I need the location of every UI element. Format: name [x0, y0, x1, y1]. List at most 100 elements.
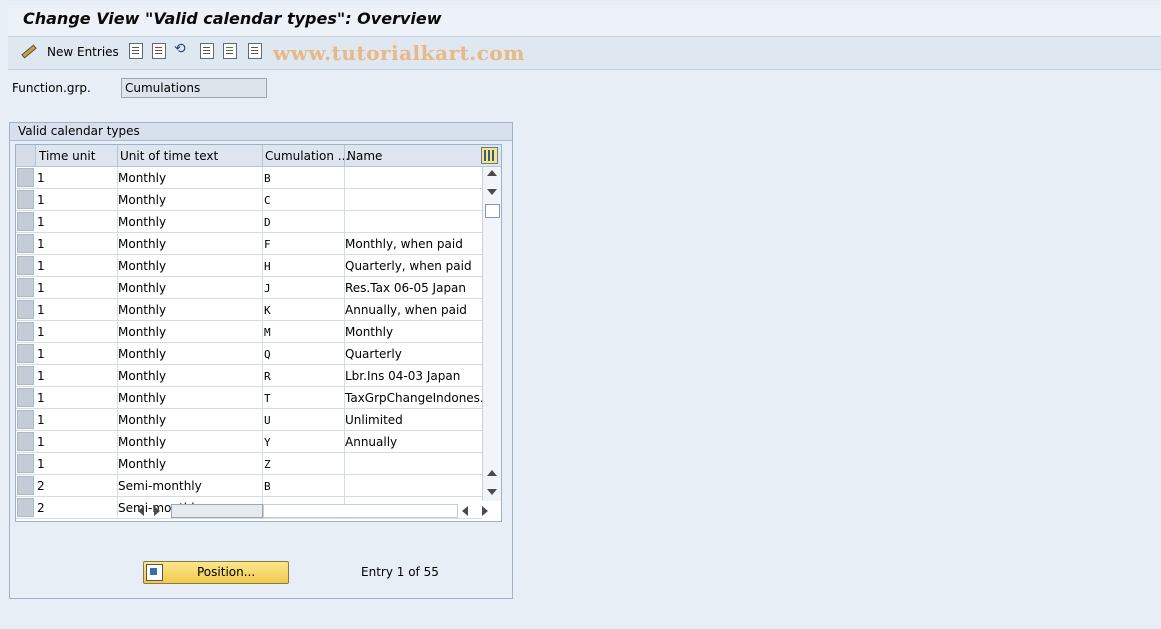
row-selector[interactable]	[17, 322, 34, 341]
cumulation-cell: B	[264, 172, 271, 185]
name-cell: Res.Tax 06-05 Japan	[345, 281, 467, 295]
row-selector[interactable]	[17, 212, 34, 231]
table-row[interactable]: 1 Monthly D	[16, 211, 482, 233]
select-all-icon[interactable]	[200, 43, 214, 59]
cumulation-cell: B	[264, 480, 271, 493]
time-unit-cell: 1	[37, 413, 45, 427]
time-unit-cell: 1	[37, 193, 45, 207]
position-button[interactable]: Position...	[143, 561, 289, 584]
time-unit-cell: 1	[37, 457, 45, 471]
group-title-bar: Valid calendar types	[10, 123, 512, 141]
cumulation-cell: Q	[264, 348, 271, 361]
select-all-rows-cell[interactable]	[16, 145, 36, 166]
application-toolbar: New Entries ⟲ www.tutorialkart.com	[8, 37, 1161, 70]
scroll-down-icon[interactable]	[487, 189, 497, 195]
row-selector[interactable]	[17, 234, 34, 253]
row-selector[interactable]	[17, 454, 34, 473]
unit-of-time-text-cell: Monthly	[118, 237, 167, 251]
cumulation-cell: R	[264, 370, 271, 383]
time-unit-cell: 1	[37, 171, 45, 185]
table-row[interactable]: 1 Monthly C	[16, 189, 482, 211]
time-unit-cell: 1	[37, 391, 45, 405]
name-cell: TaxGrpChangeIndones.	[345, 391, 484, 405]
page-up-icon[interactable]	[487, 470, 497, 476]
table-row[interactable]: 1 Monthly Z	[16, 453, 482, 475]
deselect-all-icon[interactable]	[248, 43, 262, 59]
scroll-left-end-icon[interactable]	[462, 506, 468, 516]
scroll-right-icon[interactable]	[154, 506, 160, 516]
horizontal-scrollbar[interactable]	[116, 502, 491, 519]
row-selector[interactable]	[17, 366, 34, 385]
entry-counter: Entry 1 of 55	[361, 565, 439, 579]
group-title: Valid calendar types	[18, 124, 140, 138]
scroll-thumb[interactable]	[485, 204, 500, 218]
row-selector[interactable]	[17, 168, 34, 187]
table-row[interactable]: 1 Monthly R Lbr.Ins 04-03 Japan	[16, 365, 482, 387]
table-body: 1 Monthly B 1 Monthly C 1 Monthly D 1 Monthly F Mont…	[16, 167, 484, 519]
column-header-name[interactable]: Name	[347, 149, 382, 163]
name-cell: Lbr.Ins 04-03 Japan	[345, 369, 461, 383]
table-row[interactable]: 1 Monthly T TaxGrpChangeIndones.	[16, 387, 484, 409]
copy-as-icon[interactable]	[129, 43, 143, 59]
row-selector[interactable]	[17, 476, 34, 495]
function-group-field[interactable]: Cumulations	[121, 78, 267, 98]
row-selector[interactable]	[17, 388, 34, 407]
table-row[interactable]: 1 Monthly U Unlimited	[16, 409, 482, 431]
valid-calendar-types-group: Valid calendar types Time unit Unit of t…	[9, 122, 513, 599]
column-header-cumulation[interactable]: Cumulation ...	[265, 149, 349, 163]
display-change-icon[interactable]	[19, 43, 35, 59]
unit-of-time-text-cell: Monthly	[118, 325, 167, 339]
unit-of-time-text-cell: Monthly	[118, 369, 167, 383]
time-unit-cell: 1	[37, 215, 45, 229]
horizontal-scroll-thumb[interactable]	[171, 504, 263, 518]
row-selector[interactable]	[17, 190, 34, 209]
name-cell: Quarterly, when paid	[345, 259, 472, 273]
undo-change-icon[interactable]: ⟲	[174, 41, 190, 57]
cumulation-cell: K	[264, 304, 271, 317]
delete-icon[interactable]	[152, 43, 166, 59]
time-unit-cell: 1	[37, 281, 45, 295]
scroll-left-icon[interactable]	[138, 506, 144, 516]
table-row[interactable]: 1 Monthly M Monthly	[16, 321, 482, 343]
row-selector[interactable]	[17, 498, 34, 517]
row-selector[interactable]	[17, 278, 34, 297]
function-group-value: Cumulations	[125, 81, 201, 95]
table-row[interactable]: 1 Monthly J Res.Tax 06-05 Japan	[16, 277, 482, 299]
title-bar: Change View "Valid calendar types": Over…	[8, 5, 1161, 37]
new-entries-button[interactable]: New Entries	[47, 45, 119, 59]
row-selector[interactable]	[17, 300, 34, 319]
select-block-icon[interactable]	[223, 43, 237, 59]
page-down-icon[interactable]	[487, 489, 497, 495]
unit-of-time-text-cell: Monthly	[118, 259, 167, 273]
scroll-up-icon[interactable]	[487, 170, 497, 176]
table-row[interactable]: 1 Monthly K Annually, when paid	[16, 299, 482, 321]
watermark-text: www.tutorialkart.com	[273, 41, 525, 65]
scroll-right-end-icon[interactable]	[482, 506, 488, 516]
horizontal-scroll-track[interactable]	[263, 504, 458, 518]
table-row[interactable]: 1 Monthly F Monthly, when paid	[16, 233, 482, 255]
vertical-scrollbar[interactable]	[482, 167, 501, 501]
table-row[interactable]: 1 Monthly B	[16, 167, 482, 189]
column-header-time-unit[interactable]: Time unit	[39, 149, 95, 163]
row-selector[interactable]	[17, 344, 34, 363]
table-row[interactable]: 1 Monthly Y Annually	[16, 431, 482, 453]
row-selector[interactable]	[17, 432, 34, 451]
unit-of-time-text-cell: Semi-monthly	[118, 479, 202, 493]
time-unit-cell: 1	[37, 369, 45, 383]
table-row[interactable]: 2 Semi-monthly B	[16, 475, 482, 497]
row-selector[interactable]	[17, 410, 34, 429]
row-selector[interactable]	[17, 256, 34, 275]
table-header: Time unit Unit of time text Cumulation .…	[16, 145, 501, 167]
cumulation-cell: Z	[264, 458, 271, 471]
cumulation-cell: Y	[264, 436, 271, 449]
calendar-types-table: Time unit Unit of time text Cumulation .…	[15, 144, 502, 522]
table-row[interactable]: 1 Monthly H Quarterly, when paid	[16, 255, 482, 277]
time-unit-cell: 2	[37, 479, 45, 493]
column-settings-icon[interactable]	[481, 147, 498, 164]
time-unit-cell: 2	[37, 501, 45, 515]
column-header-unit-of-time-text[interactable]: Unit of time text	[120, 149, 218, 163]
name-cell: Annually, when paid	[345, 303, 467, 317]
table-row[interactable]: 1 Monthly Q Quarterly	[16, 343, 482, 365]
unit-of-time-text-cell: Monthly	[118, 171, 167, 185]
unit-of-time-text-cell: Monthly	[118, 193, 167, 207]
